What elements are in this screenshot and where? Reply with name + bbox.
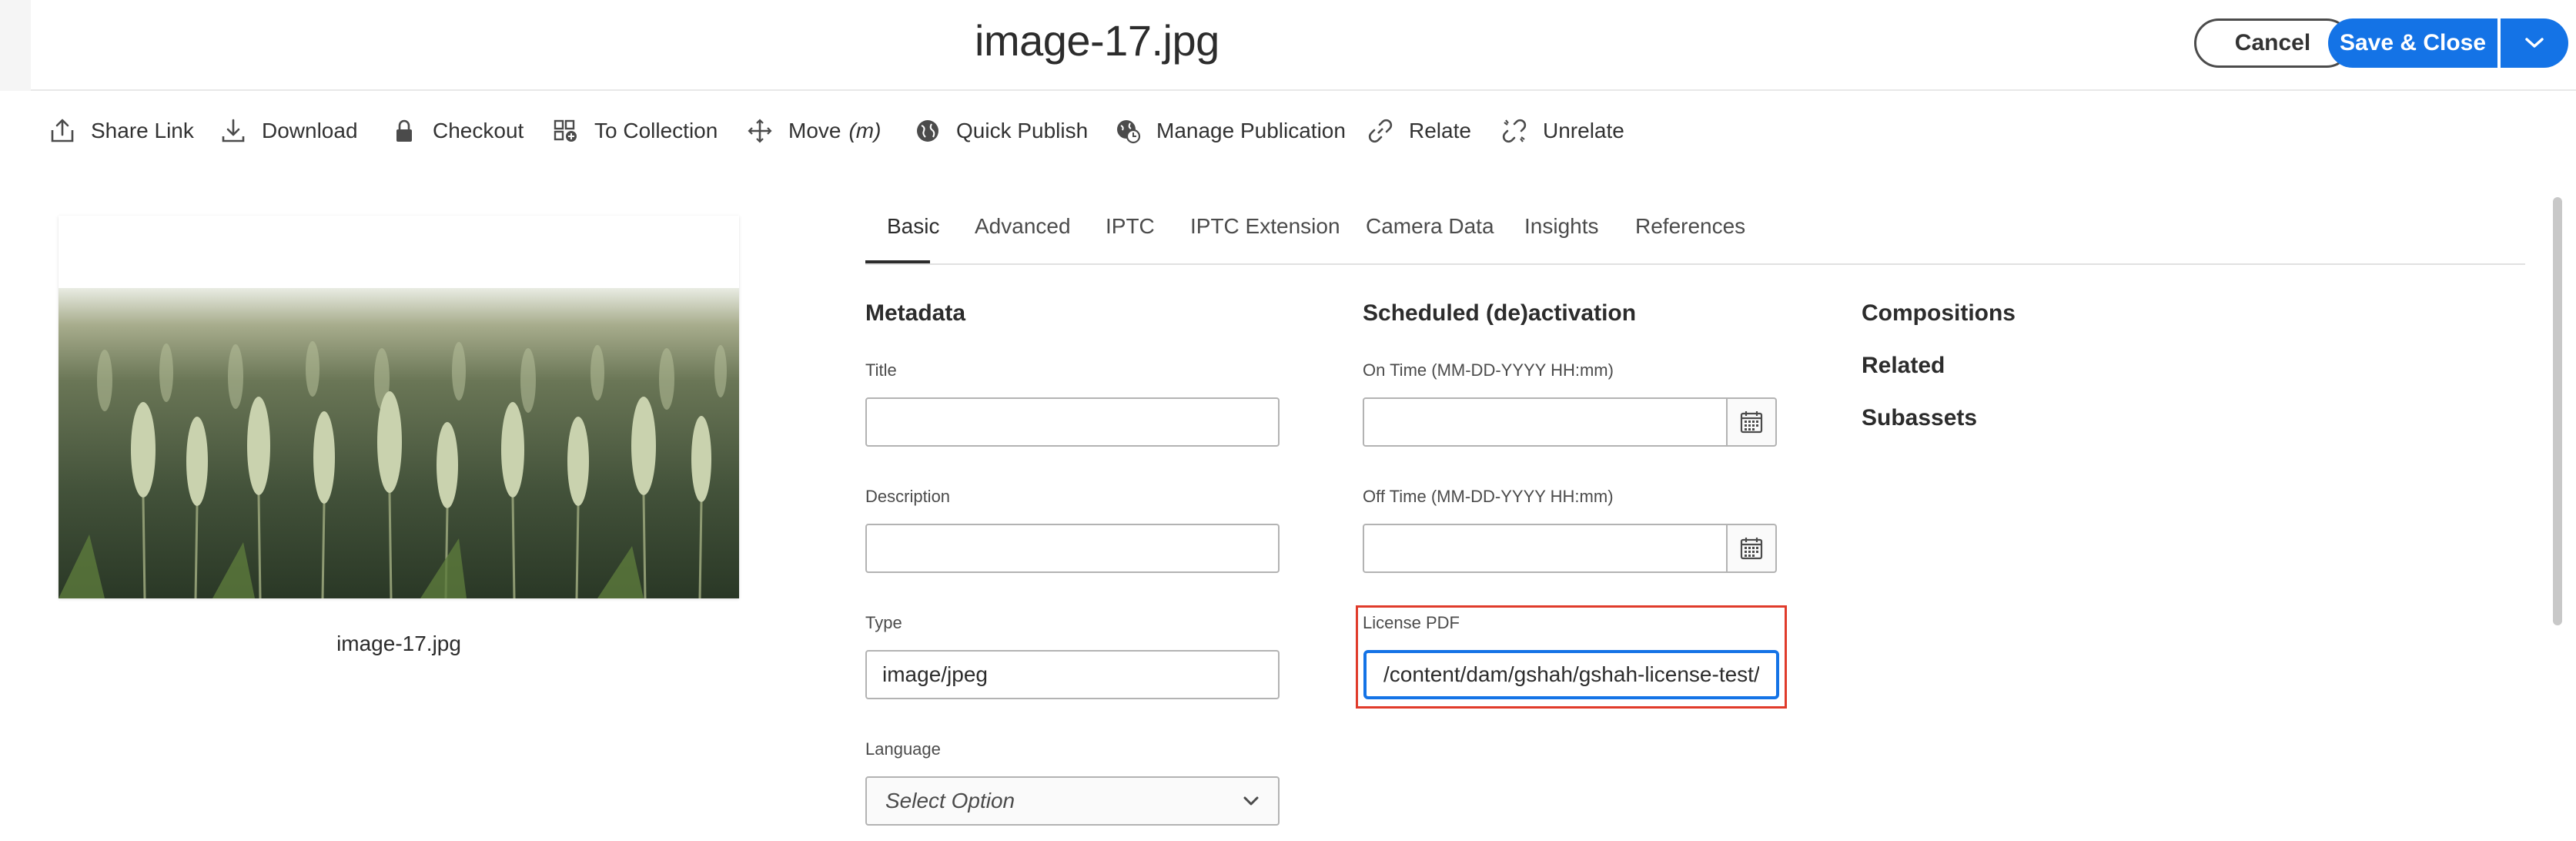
manage-publication-label: Manage Publication: [1156, 119, 1346, 142]
on-time-calendar-button[interactable]: [1726, 397, 1777, 447]
to-collection-button[interactable]: To Collection: [551, 114, 718, 148]
page-title: image-17.jpg: [975, 16, 1219, 65]
license-pdf-label: License PDF: [1363, 613, 1460, 632]
wheat-field-image: [59, 288, 739, 598]
off-time-field[interactable]: [1363, 524, 1728, 573]
metadata-tabs: Basic Advanced IPTC IPTC Extension Camer…: [865, 197, 2525, 265]
left-rail: [0, 0, 31, 91]
chevron-down-icon: [2525, 38, 2544, 48]
language-select-value: Select Option: [885, 789, 1015, 813]
license-pdf-field[interactable]: [1363, 650, 1779, 699]
to-collection-label: To Collection: [594, 119, 718, 142]
scrollbar-thumb[interactable]: [2553, 197, 2562, 625]
share-icon: [48, 116, 77, 146]
quick-publish-label: Quick Publish: [956, 119, 1089, 142]
share-link-label: Share Link: [91, 119, 194, 142]
move-button[interactable]: Move (m): [745, 114, 881, 148]
unrelate-button[interactable]: Unrelate: [1500, 114, 1624, 148]
metadata-section-title: Metadata: [865, 300, 966, 326]
language-select[interactable]: Select Option: [865, 776, 1280, 826]
off-time-calendar-button[interactable]: [1726, 524, 1777, 573]
scheduled-activation-section-title: Scheduled (de)activation: [1363, 300, 1637, 326]
download-button[interactable]: Download: [219, 114, 358, 148]
collection-icon: [551, 116, 580, 146]
subassets-link[interactable]: Subassets: [1862, 405, 1977, 431]
move-shortcut: (m): [848, 119, 882, 142]
type-label: Type: [865, 613, 902, 632]
link-icon: [1366, 116, 1395, 146]
share-link-button[interactable]: Share Link: [48, 114, 194, 148]
quick-publish-button[interactable]: Quick Publish: [913, 114, 1088, 148]
header-bar: image-17.jpg Cancel Save & Close: [0, 0, 2576, 91]
description-field[interactable]: [865, 524, 1280, 573]
action-toolbar: Share Link Download Checkout To Collecti…: [0, 92, 2576, 168]
manage-publication-button[interactable]: Manage Publication: [1113, 114, 1346, 148]
tab-advanced[interactable]: Advanced: [975, 214, 1071, 239]
active-tab-indicator: [865, 260, 930, 263]
unrelate-label: Unrelate: [1543, 119, 1624, 142]
tab-references[interactable]: References: [1635, 214, 1745, 239]
chevron-down-icon: [1243, 796, 1259, 806]
move-icon: [745, 116, 774, 146]
title-field[interactable]: [865, 397, 1280, 447]
download-icon: [219, 116, 248, 146]
save-and-close-button[interactable]: Save & Close: [2328, 18, 2497, 68]
asset-preview-image: [59, 216, 739, 598]
related-link[interactable]: Related: [1862, 353, 1945, 379]
globe-icon: [913, 116, 942, 146]
tab-iptc-extension[interactable]: IPTC Extension: [1190, 214, 1340, 239]
description-label: Description: [865, 487, 951, 506]
relate-label: Relate: [1409, 119, 1471, 142]
move-label: Move: [788, 119, 841, 142]
tab-insights[interactable]: Insights: [1524, 214, 1599, 239]
globe-clock-icon: [1113, 116, 1142, 146]
save-options-dropdown-button[interactable]: [2501, 18, 2568, 68]
language-label: Language: [865, 739, 941, 759]
checkout-label: Checkout: [433, 119, 524, 142]
lock-icon: [390, 116, 419, 146]
calendar-icon: [1740, 538, 1763, 560]
download-label: Download: [262, 119, 358, 142]
compositions-link[interactable]: Compositions: [1862, 300, 2016, 327]
on-time-field[interactable]: [1363, 397, 1728, 447]
calendar-icon: [1740, 411, 1763, 434]
checkout-button[interactable]: Checkout: [390, 114, 524, 148]
title-label: Title: [865, 360, 897, 380]
unlink-icon: [1500, 116, 1529, 146]
type-field[interactable]: [865, 650, 1280, 699]
tab-iptc[interactable]: IPTC: [1106, 214, 1155, 239]
asset-filename-caption: image-17.jpg: [336, 632, 461, 655]
tab-basic[interactable]: Basic: [887, 214, 939, 239]
relate-button[interactable]: Relate: [1366, 114, 1471, 148]
off-time-label: Off Time (MM-DD-YYYY HH:mm): [1363, 487, 1614, 506]
tab-camera-data[interactable]: Camera Data: [1366, 214, 1494, 239]
on-time-label: On Time (MM-DD-YYYY HH:mm): [1363, 360, 1614, 380]
